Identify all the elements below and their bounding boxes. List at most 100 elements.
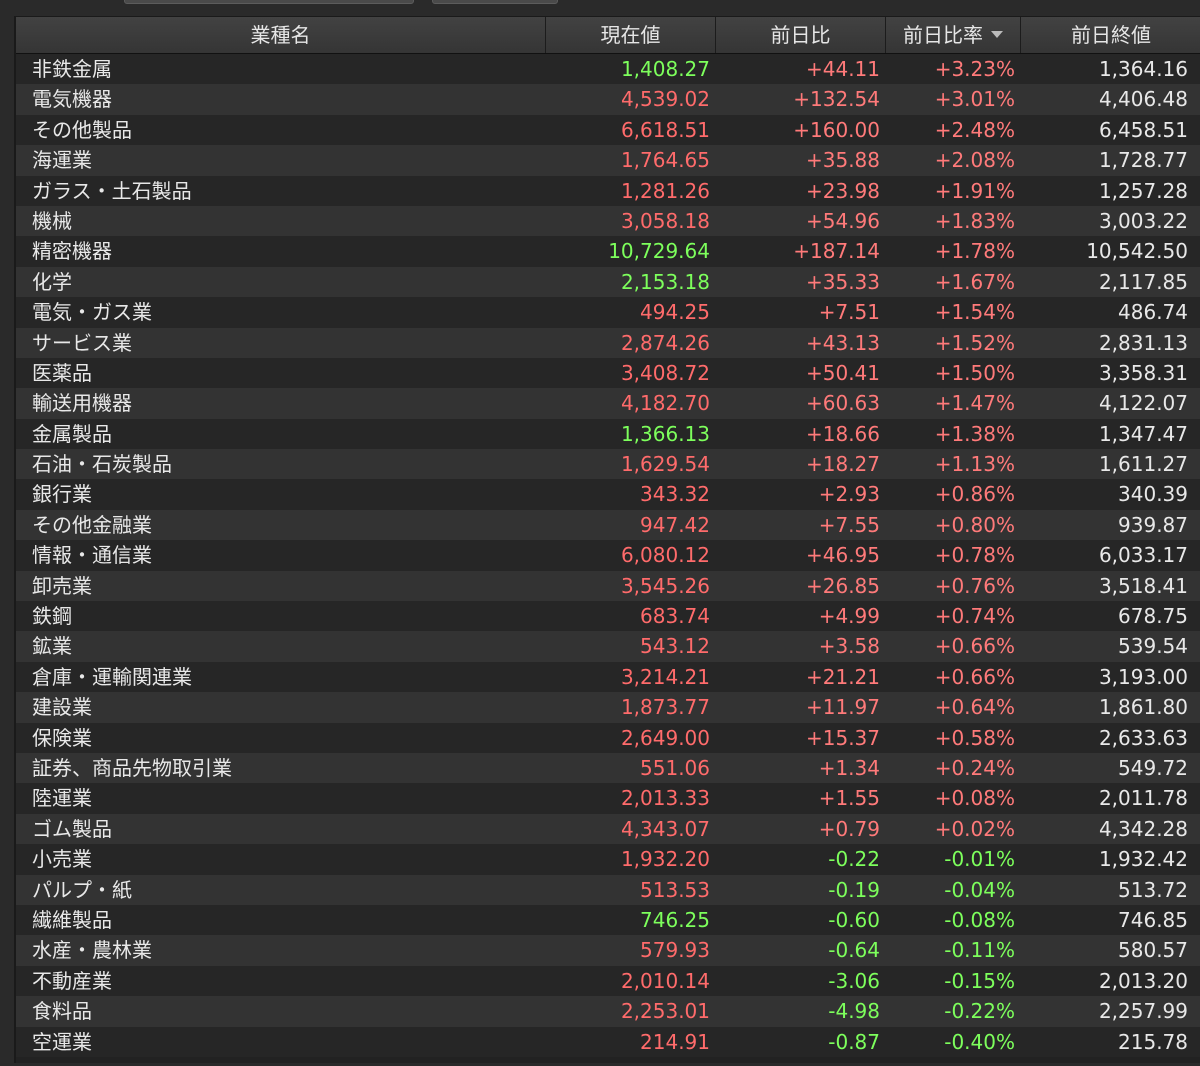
rate-cell: +0.78% (934, 543, 1015, 568)
current-value-cell: 746.25 (640, 907, 710, 932)
prev-close-cell: 1,257.28 (1098, 178, 1188, 203)
diff-cell: +35.33 (805, 269, 880, 294)
toolbar-button[interactable] (432, 0, 558, 4)
table-row[interactable]: その他金融業 947.42 +7.55 +0.80% 939.87 (16, 509, 1200, 541)
column-header-rate[interactable]: 前日比率 (886, 17, 1021, 53)
table-row[interactable]: 電気・ガス業 494.25 +7.51 +1.54% 486.74 (16, 297, 1200, 328)
table-row[interactable]: 精密機器 10,729.64 +187.14 +1.78% 10,542.50 (16, 236, 1200, 267)
rate-cell: +1.13% (934, 452, 1015, 477)
diff-cell: +60.63 (805, 391, 880, 416)
prev-close-cell: 1,861.80 (1098, 695, 1188, 720)
diff-cell: +132.54 (793, 87, 880, 112)
column-header-current[interactable]: 現在値 (546, 17, 716, 53)
sector-name-cell: 精密機器 (32, 239, 112, 264)
table-row[interactable]: 輸送用機器 4,182.70 +60.63 +1.47% 4,122.07 (16, 388, 1200, 419)
prev-close-cell: 4,342.28 (1098, 816, 1188, 841)
table-row[interactable]: 銀行業 343.32 +2.93 +0.86% 340.39 (16, 479, 1200, 510)
table-row[interactable]: 金属製品 1,366.13 +18.66 +1.38% 1,347.47 (16, 418, 1200, 450)
table-row[interactable]: 不動産業 2,010.14 -3.06 -0.15% 2,013.20 (16, 965, 1200, 997)
table-row[interactable]: 化学 2,153.18 +35.33 +1.67% 2,117.85 (16, 266, 1200, 298)
current-value-cell: 1,764.65 (620, 148, 710, 173)
table-row[interactable]: 空運業 214.91 -0.87 -0.40% 215.78 (16, 1026, 1200, 1057)
table-row[interactable]: その他製品 6,618.51 +160.00 +2.48% 6,458.51 (16, 114, 1200, 146)
diff-cell: +23.98 (805, 178, 880, 203)
sector-name-cell: 医薬品 (32, 360, 92, 385)
diff-cell: +160.00 (793, 117, 880, 142)
prev-close-cell: 2,831.13 (1098, 330, 1188, 355)
current-value-cell: 10,729.64 (608, 239, 710, 264)
diff-cell: +7.51 (818, 300, 880, 325)
prev-close-cell: 513.72 (1118, 877, 1188, 902)
table-row[interactable]: 鉄鋼 683.74 +4.99 +0.74% 678.75 (16, 601, 1200, 632)
table-row[interactable]: 倉庫・運輸関連業 3,214.21 +21.21 +0.66% 3,193.00 (16, 661, 1200, 693)
table-row[interactable]: ゴム製品 4,343.07 +0.79 +0.02% 4,342.28 (16, 813, 1200, 845)
sector-name-cell: 鉱業 (32, 634, 72, 659)
table-row[interactable]: 証券、商品先物取引業 551.06 +1.34 +0.24% 549.72 (16, 752, 1200, 784)
rate-cell: -0.22% (944, 999, 1015, 1024)
table-row[interactable]: 建設業 1,873.77 +11.97 +0.64% 1,861.80 (16, 692, 1200, 723)
table-row[interactable]: 卸売業 3,545.26 +26.85 +0.76% 3,518.41 (16, 570, 1200, 602)
diff-cell: +15.37 (805, 725, 880, 750)
sector-name-cell: サービス業 (32, 330, 132, 355)
table-row[interactable]: 電気機器 4,539.02 +132.54 +3.01% 4,406.48 (16, 84, 1200, 115)
rate-cell: +0.64% (934, 695, 1015, 720)
prev-close-cell: 2,257.99 (1098, 999, 1188, 1024)
table-row[interactable]: サービス業 2,874.26 +43.13 +1.52% 2,831.13 (16, 327, 1200, 358)
current-value-cell: 6,618.51 (620, 117, 710, 142)
column-header-name[interactable]: 業種名 (16, 17, 546, 53)
sector-name-cell: 証券、商品先物取引業 (32, 755, 232, 780)
table-row[interactable]: 非鉄金属 1,408.27 +44.11 +3.23% 1,364.16 (16, 54, 1200, 85)
sector-name-cell: 不動産業 (32, 968, 112, 993)
table-row[interactable]: パルプ・紙 513.53 -0.19 -0.04% 513.72 (16, 874, 1200, 905)
table-row[interactable]: 食料品 2,253.01 -4.98 -0.22% 2,257.99 (16, 996, 1200, 1027)
diff-cell: +11.97 (805, 695, 880, 720)
table-row[interactable]: 医薬品 3,408.72 +50.41 +1.50% 3,358.31 (16, 357, 1200, 389)
rate-cell: -0.11% (944, 938, 1015, 963)
column-header-prev-close[interactable]: 前日終値 (1021, 17, 1200, 53)
diff-cell: +2.93 (818, 482, 880, 507)
current-value-cell: 2,253.01 (620, 999, 710, 1024)
table-row[interactable]: 陸運業 2,013.33 +1.55 +0.08% 2,011.78 (16, 783, 1200, 814)
table-row[interactable]: 情報・通信業 6,080.12 +46.95 +0.78% 6,033.17 (16, 540, 1200, 571)
table-row[interactable]: 水産・農林業 579.93 -0.64 -0.11% 580.57 (16, 935, 1200, 966)
sector-name-cell: 電気機器 (32, 87, 112, 112)
rate-cell: +0.08% (934, 786, 1015, 811)
prev-close-cell: 1,347.47 (1098, 421, 1188, 446)
diff-cell: +1.34 (818, 755, 880, 780)
table-row[interactable]: 小売業 1,932.20 -0.22 -0.01% 1,932.42 (16, 844, 1200, 875)
rate-cell: +1.91% (934, 178, 1015, 203)
current-value-cell: 4,539.02 (620, 87, 710, 112)
toolbar-button[interactable] (124, 0, 414, 4)
prev-close-cell: 746.85 (1118, 907, 1188, 932)
sector-name-cell: 海運業 (32, 148, 92, 173)
rate-cell: +1.47% (934, 391, 1015, 416)
sector-name-cell: 建設業 (32, 695, 92, 720)
rate-cell: +1.52% (934, 330, 1015, 355)
current-value-cell: 1,932.20 (620, 847, 710, 872)
column-header-diff[interactable]: 前日比 (716, 17, 886, 53)
table-row[interactable]: 機械 3,058.18 +54.96 +1.83% 3,003.22 (16, 205, 1200, 237)
current-value-cell: 2,874.26 (620, 330, 710, 355)
diff-cell: -0.22 (828, 847, 880, 872)
current-value-cell: 4,343.07 (620, 816, 710, 841)
current-value-cell: 3,058.18 (620, 208, 710, 233)
table-row[interactable]: ガラス・土石製品 1,281.26 +23.98 +1.91% 1,257.28 (16, 175, 1200, 206)
prev-close-cell: 4,406.48 (1098, 87, 1188, 112)
table-row[interactable]: 鉱業 543.12 +3.58 +0.66% 539.54 (16, 631, 1200, 662)
table-row[interactable]: 保険業 2,649.00 +15.37 +0.58% 2,633.63 (16, 722, 1200, 753)
current-value-cell: 947.42 (640, 512, 710, 537)
sector-name-cell: 化学 (32, 269, 72, 294)
diff-cell: +3.58 (818, 634, 880, 659)
rate-cell: +1.50% (934, 360, 1015, 385)
prev-close-cell: 3,003.22 (1098, 208, 1188, 233)
current-value-cell: 551.06 (640, 755, 710, 780)
rate-cell: +1.67% (934, 269, 1015, 294)
current-value-cell: 1,408.27 (620, 57, 710, 81)
diff-cell: +50.41 (805, 360, 880, 385)
diff-cell: -0.87 (828, 1029, 880, 1054)
table-row[interactable]: 繊維製品 746.25 -0.60 -0.08% 746.85 (16, 904, 1200, 936)
table-row[interactable]: 海運業 1,764.65 +35.88 +2.08% 1,728.77 (16, 145, 1200, 176)
diff-cell: +7.55 (818, 512, 880, 537)
table-row[interactable]: 石油・石炭製品 1,629.54 +18.27 +1.13% 1,611.27 (16, 449, 1200, 480)
prev-close-cell: 549.72 (1118, 755, 1188, 780)
